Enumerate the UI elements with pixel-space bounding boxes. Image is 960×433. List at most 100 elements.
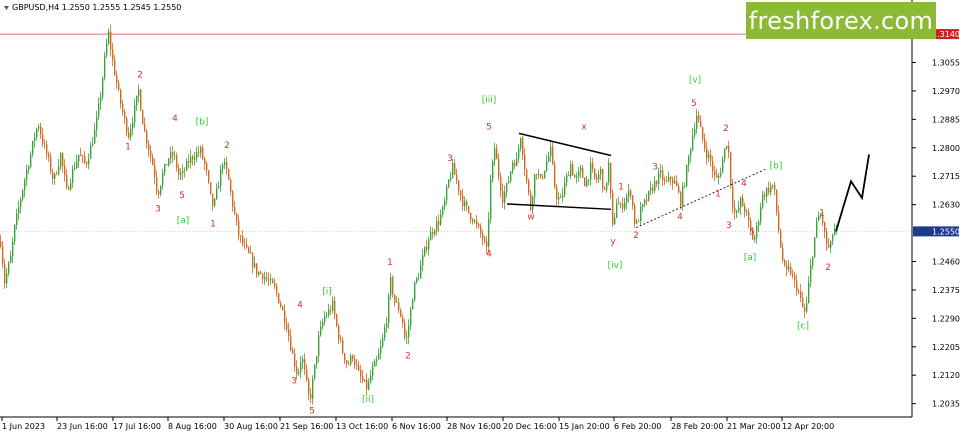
candle-body: [90, 145, 92, 159]
candle-body: [508, 181, 510, 184]
candle-body: [536, 174, 538, 176]
candle-body: [450, 177, 452, 180]
candle-body: [268, 279, 270, 281]
candle-body: [532, 196, 534, 210]
candle-body: [702, 127, 704, 139]
wave-label: 3: [652, 163, 658, 173]
candle-body: [224, 161, 226, 165]
candle-body: [390, 277, 392, 296]
candle-body: [700, 120, 702, 128]
wave-label: 5: [691, 99, 697, 109]
candle-body: [696, 115, 698, 129]
candle-body: [382, 337, 384, 347]
wave-label: [b]: [196, 117, 209, 127]
candle-body: [408, 325, 410, 338]
candle-body: [302, 359, 304, 363]
candle-body: [380, 346, 382, 354]
candle-body: [420, 265, 422, 279]
candle-body: [376, 359, 378, 362]
candle-body: [278, 293, 280, 304]
wave-label: 2: [405, 351, 411, 361]
candle-body: [710, 154, 712, 161]
candle-body: [706, 148, 708, 159]
candle-body: [650, 187, 652, 191]
candle-body: [56, 173, 58, 175]
candle-body: [136, 95, 138, 106]
candle-body: [514, 162, 516, 167]
candle-body: [504, 192, 506, 203]
x-tick-label: 23 Jun 16:00: [57, 422, 108, 431]
candle-body: [424, 246, 426, 256]
candle-body: [826, 231, 828, 245]
candle-body: [586, 180, 588, 187]
candle-body: [690, 149, 692, 157]
candle-body: [464, 201, 466, 207]
candle-body: [734, 207, 736, 213]
candle-body: [618, 203, 620, 205]
candle-body: [102, 77, 104, 97]
x-tick-label: 6 Feb 20:00: [614, 422, 661, 431]
candle-body: [660, 170, 662, 173]
candle-body: [14, 224, 16, 242]
candle-body: [96, 117, 98, 130]
candle-body: [694, 128, 696, 136]
candle-body: [748, 211, 750, 221]
candle-body: [522, 138, 524, 156]
candle-body: [582, 167, 584, 178]
candle-body: [366, 379, 368, 390]
candle-body: [170, 152, 172, 159]
candle-body: [208, 170, 210, 183]
candle-body: [402, 316, 404, 323]
candle-body: [368, 382, 370, 390]
candle-body: [676, 181, 678, 187]
candle-body: [32, 140, 34, 155]
candle-body: [156, 177, 158, 192]
candle-body: [726, 145, 728, 149]
candle-body: [106, 43, 108, 56]
wave-label: 2: [723, 124, 729, 134]
candle-body: [778, 212, 780, 231]
candle-body: [324, 316, 326, 322]
candle-body: [166, 164, 168, 166]
candle-body: [520, 138, 522, 149]
candle-body: [0, 241, 2, 247]
wave-label: 4: [677, 213, 683, 223]
candle-body: [556, 187, 558, 200]
candle-body: [372, 366, 374, 376]
x-tick-label: 17 Jul 16:00: [113, 422, 161, 431]
candle-body: [518, 148, 520, 159]
candle-body: [436, 221, 438, 231]
candle-body: [572, 164, 574, 175]
candle-body: [738, 207, 740, 212]
wave-label: 4: [172, 114, 178, 124]
candle-body: [258, 272, 260, 275]
candle-body: [756, 225, 758, 238]
candle-body: [334, 300, 336, 315]
wave-label: 3: [447, 154, 453, 164]
candle-body: [588, 179, 590, 181]
candle-body: [294, 353, 296, 367]
candle-body: [774, 184, 776, 190]
candle-body: [802, 297, 804, 307]
y-tick-label: 1.2885: [932, 115, 960, 124]
candle-body: [470, 212, 472, 220]
candle-body: [682, 186, 684, 207]
candle-body: [652, 187, 654, 192]
candle-body: [630, 190, 632, 196]
candle-body: [428, 240, 430, 250]
candle-body: [314, 364, 316, 379]
candle-body: [798, 290, 800, 292]
candle-body: [298, 372, 300, 374]
candle-body: [800, 291, 802, 298]
candle-body: [202, 147, 204, 159]
candle-body: [828, 244, 830, 248]
candle-body: [8, 262, 10, 274]
wave-label: 5: [309, 407, 315, 417]
candle-body: [728, 145, 730, 153]
candle-body: [788, 266, 790, 270]
candle-body: [186, 160, 188, 171]
candle-body: [216, 188, 218, 199]
candle-body: [144, 124, 146, 131]
candle-body: [796, 280, 798, 291]
candle-body: [18, 207, 20, 214]
